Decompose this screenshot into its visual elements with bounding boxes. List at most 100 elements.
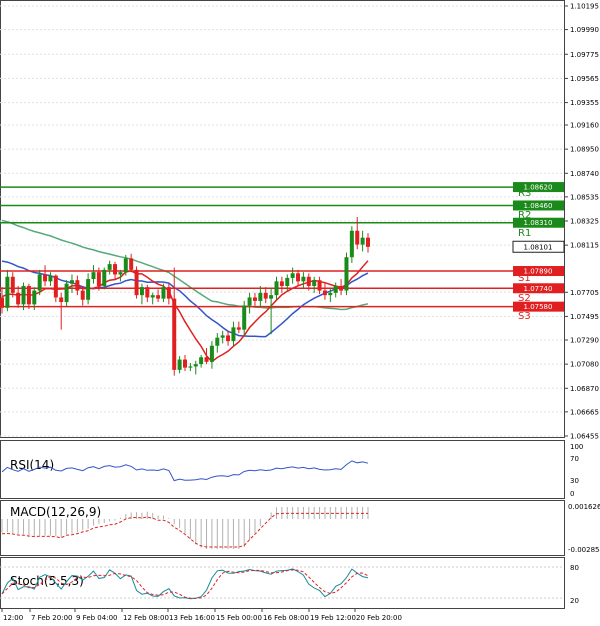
level-price-s3: 1.07580 [524,303,553,311]
time-tick-label: 12 Feb 08:00 [123,614,169,622]
rsi-tick-30: 30 [570,477,579,485]
candle-body [226,335,231,342]
candle-body [339,285,344,291]
candle-body [177,359,182,370]
price-tick-label: 1.08950 [570,146,599,154]
candle-body [258,292,263,301]
macd-label: MACD(12,26,9) [10,505,101,519]
candle-body [69,280,74,284]
candle-body [317,280,322,291]
candle-body [134,269,139,296]
price-tick-label: 1.08115 [570,242,599,250]
candle-body [269,295,274,299]
candle-body [86,279,91,300]
candle-body [215,337,220,346]
candle-body [333,285,338,293]
candle-body [193,364,198,367]
candle-body [296,273,301,282]
candle-body [322,290,327,296]
level-name-r1: R1 [518,228,531,239]
candle-body [252,297,257,301]
price-tick-label: 1.08740 [570,170,599,178]
candle-body [5,276,10,308]
candle-body [10,276,15,293]
price-tick-label: 1.09565 [570,75,599,83]
level-price-s1: 1.07890 [524,268,553,276]
time-tick-label: 12:00 [3,614,23,622]
candle-body [279,281,284,286]
candle-body [328,292,333,296]
level-price-r1: 1.08310 [524,219,553,227]
candle-body [123,258,128,273]
candle-body [161,287,166,299]
stoch-panel-frame [0,557,565,609]
candle-body [285,277,290,286]
price-tick-label: 1.09355 [570,99,599,107]
candle-body [48,275,53,282]
candle-body [129,258,134,270]
price-axis: 1.10195 1.09990 1.09775 1.09565 1.09355 1.091… [564,3,599,441]
candle-body [301,276,306,282]
time-axis: 12:00 7 Feb 20:00 9 Feb 04:00 12 Feb 08:00 1… [1,608,402,622]
price-tick-label: 1.07495 [570,313,599,321]
time-tick-label: 19 Feb 12:00 [310,614,356,622]
candle [344,252,349,296]
time-tick-label: 15 Feb 00:00 [216,614,262,622]
stoch-label: Stoch(5,5,3) [10,574,84,588]
current-price-tag: 1.08101 [512,240,565,253]
candle-body [53,275,58,298]
candle-body [80,290,85,300]
rsi-tick-70: 70 [570,455,579,463]
stoch-tick-20: 20 [570,597,579,605]
candle-body [32,290,37,305]
price-tick-label: 1.07290 [570,336,599,344]
candle-body [199,357,204,365]
candle-body [344,257,349,291]
candle-body [113,264,118,275]
candle-body [96,272,101,286]
level-price-r3: 1.08620 [524,184,553,192]
rsi-tick-100: 100 [570,443,583,451]
candle-body [290,273,295,278]
candle-body [26,285,31,305]
current-price-label: 1.08101 [524,243,553,251]
candle-body [59,297,64,303]
candle-body [91,272,96,280]
macd-tick-bottom: -0.002854 [568,546,600,554]
candle-body [360,237,365,245]
candle-body [220,335,225,338]
candle-body [107,264,112,270]
price-tick-label: 1.06665 [570,408,599,416]
main-panel-frame [0,0,565,438]
candle-body [102,269,107,286]
price-tick-label: 1.08535 [570,193,599,201]
candle-body [16,292,21,305]
candle-body [150,295,155,298]
candle-body [209,345,214,362]
price-tick-label: 1.07080 [570,361,599,369]
candle-body [349,230,354,258]
candle-body [118,272,123,275]
candle-body [156,295,161,299]
price-tick-label: 1.06455 [570,433,599,441]
candle-body [64,283,69,303]
time-tick-label: 13 Feb 16:00 [169,614,215,622]
candle-body [75,280,80,291]
candle-body [306,276,311,286]
candle-body [204,357,209,362]
candle-body [274,281,279,296]
candle-body [21,285,26,305]
time-tick-label: 9 Feb 04:00 [76,614,117,622]
candle-body [242,305,247,330]
time-tick-label: 20 Feb 20:00 [356,614,402,622]
price-tick-label: 1.09775 [570,51,599,59]
price-tick-label: 1.10195 [570,3,599,11]
candle-body [355,230,360,245]
candle-body [37,274,42,291]
time-tick-label: 16 Feb 08:00 [263,614,309,622]
candle-body [188,366,193,368]
stoch-tick-80: 80 [570,564,579,572]
candle [134,266,139,299]
price-tick-label: 1.07705 [570,289,599,297]
price-tick-label: 1.08325 [570,218,599,226]
